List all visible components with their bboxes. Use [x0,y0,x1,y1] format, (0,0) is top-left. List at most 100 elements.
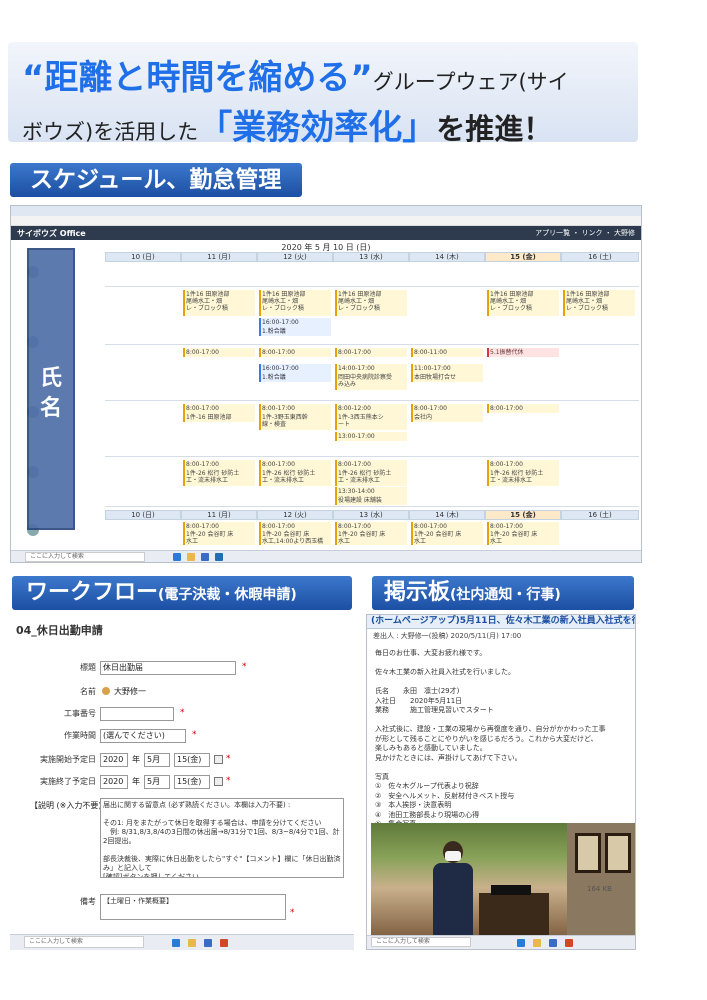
day-header: 15 (金) [485,510,561,520]
day-header: 11 (月) [181,252,257,262]
schedule-event-time[interactable]: 8:00-17:00 [335,460,407,469]
taskbar-search-input[interactable]: ここに入力して検索 [371,937,471,947]
headline-banner: “距離と時間を縮める”グループウェア(サイ ボウズ)を活用した「業務効率化」を推… [8,42,638,148]
app-logo[interactable]: サイボウズ Office [17,228,86,239]
schedule-event[interactable]: 役場建設 床舗装 [335,496,407,505]
day-header: 11 (月) [181,510,257,520]
schedule-event[interactable]: 1件-3野玉東西幹 線・検査 [259,413,331,430]
schedule-event[interactable]: 1件16 田原池部 尾崎水工・畑 レ・ブロック積 [183,290,255,316]
schedule-event-time[interactable]: 8:00-17:00 [411,522,483,530]
taskbar-search-input[interactable]: ここに入力して検索 [24,936,144,948]
schedule-event-time[interactable]: 8:00-17:00 [183,404,255,413]
schedule-event[interactable]: 1件16 田原池部 尾崎水工・畑 レ・ブロック積 [259,290,331,316]
name-row: 名前 大野修一 [10,684,354,700]
schedule-event-time[interactable]: 8:00-17:00 [259,348,331,357]
schedule-event[interactable]: 1件16 田原池部 尾崎水工・畑 レ・ブロック積 [487,290,559,316]
start-day-select[interactable]: 15(金) [174,753,210,767]
office-icon[interactable] [220,939,228,947]
body-line: 楽しみもあると感動していました。 [375,744,487,752]
schedule-event[interactable]: 1件-20 会谷町 床 水工 [335,530,407,545]
taskbar-search-input[interactable]: ここに入力して検索 [25,552,145,562]
schedule-event-time[interactable]: 13:30-14:00 [335,487,407,496]
work-select[interactable]: (選んでください) [100,729,186,743]
mail-icon[interactable] [201,553,209,561]
schedule-event[interactable]: 1件-26 松行 砂防土 工・流末排水工 [487,469,559,486]
note-field[interactable]: 【土曜日・作業概要】 [100,894,286,920]
schedule-event[interactable]: 1件-20 会谷町 床 水工,14:00より西玉橋 [259,530,331,545]
edge-icon[interactable] [517,939,525,947]
schedule-event-time[interactable]: 11:00-17:00 [411,364,483,373]
app-icon[interactable] [215,553,223,561]
schedule-event-time[interactable]: 16:00-17:00 [259,364,331,373]
body-line: ③ 本人挨拶・決意表明 [375,801,452,809]
required-mark: * [242,662,247,672]
schedule-event-time[interactable]: 8:00-17:00 [259,460,331,469]
schedule-event[interactable]: 1.粉合議 [259,327,331,336]
post-title[interactable]: (ホームページアップ)5月11日、佐々木工業の新入社員入社式を行いまし [367,615,635,629]
schedule-event-time[interactable]: 8:00-11:00 [411,348,483,357]
schedule-event-time[interactable]: 8:00-17:00 [259,522,331,530]
day-header: 14 (木) [409,252,485,262]
schedule-event[interactable]: 1件-26 松行 砂防土 工・流末排水工 [335,469,407,486]
mail-icon[interactable] [204,939,212,947]
end-date-label: 実施終了予定日 [40,777,96,786]
schedule-event-time[interactable]: 8:00-12:00 [335,404,407,413]
schedule-event[interactable]: 1件-26 松行 砂防土 工・流末排水工 [183,469,255,486]
headline-text: グループウェア(サイ [372,70,569,94]
folder-icon[interactable] [533,939,541,947]
calendar-icon[interactable] [214,755,223,764]
folder-icon[interactable] [188,939,196,947]
project-field[interactable] [100,707,174,721]
office-icon[interactable] [565,939,573,947]
row-divider [105,506,639,507]
schedule-event[interactable]: 岡田中央病院診察受 み込み [335,373,407,390]
end-year-field[interactable]: 2020 [100,775,128,789]
schedule-event-time[interactable]: 16:00-17:00 [259,318,331,327]
schedule-event-time[interactable]: 8:00-17:00 [487,460,559,469]
schedule-event[interactable]: 本田牧場打合せ [411,373,483,382]
headline-emphasis: 「業務効率化」 [198,108,437,148]
schedule-event-time[interactable]: 14:00-17:00 [335,364,407,373]
schedule-event-time[interactable]: 8:00-17:00 [259,404,331,413]
schedule-event-time[interactable]: 8:00-17:00 [335,522,407,530]
end-date-row: 実施終了予定日 2020 年 5月 15(金) * [10,774,354,790]
calendar-icon[interactable] [214,777,223,786]
schedule-event[interactable]: 1件-20 会谷町 床 水工 [487,530,559,545]
schedule-event-time[interactable]: 8:00-17:00 [183,348,255,357]
schedule-event[interactable]: 1件-3西玉熊本シ ート [335,413,407,430]
app-menu[interactable]: アプリ一覧 ・ リンク ・ 大野修 [535,228,635,238]
schedule-event[interactable]: 1件-20 会谷町 床 水工 [183,530,255,545]
schedule-event[interactable]: 1件16 田原池部 尾崎水工・畑 レ・ブロック積 [563,290,635,316]
schedule-event[interactable]: 5.1振替代休 [487,348,559,357]
browser-address-bar[interactable] [11,216,641,226]
windows-taskbar: ここに入力して検索 [10,934,354,950]
ceremony-photo[interactable] [371,823,575,941]
schedule-event[interactable]: 会社内 [411,413,483,422]
start-month-select[interactable]: 5月 [144,753,170,767]
schedule-event[interactable]: 1件16 田原池部 尾崎水工・畑 レ・ブロック積 [335,290,407,316]
windows-taskbar: ここに入力して検索 [367,935,635,949]
schedule-event-time[interactable]: 13:00-17:00 [335,432,407,441]
schedule-event-time[interactable]: 8:00-17:00 [183,460,255,469]
schedule-event[interactable]: 1件-16 田原池部 [183,413,255,422]
mail-icon[interactable] [549,939,557,947]
schedule-event-time[interactable]: 8:00-17:00 [183,522,255,530]
schedule-event[interactable]: 1.粉合議 [259,373,331,382]
edge-icon[interactable] [173,553,181,561]
subject-field[interactable]: 休日出勤届 [100,661,236,675]
schedule-event[interactable]: 1件-26 松行 砂防土 工・流末排水工 [259,469,331,486]
folder-icon[interactable] [187,553,195,561]
end-month-select[interactable]: 5月 [144,775,170,789]
schedule-event-time[interactable]: 8:00-17:00 [411,404,483,413]
schedule-event-time[interactable]: 8:00-17:00 [487,404,559,413]
workflow-title-text: ワークフロー [26,580,159,605]
schedule-event[interactable]: 1件-20 会谷町 床 水工 [411,530,483,545]
schedule-event-time[interactable]: 8:00-17:00 [335,348,407,357]
end-day-select[interactable]: 15(金) [174,775,210,789]
schedule-event-time[interactable]: 8:00-17:00 [487,522,559,530]
bulletin-screenshot: (ホームページアップ)5月11日、佐々木工業の新入社員入社式を行いまし 差出人 … [366,614,636,950]
start-year-field[interactable]: 2020 [100,753,128,767]
edge-icon[interactable] [172,939,180,947]
headline-text-2: ボウズ)を活用した [22,120,199,144]
day-header: 10 (日) [105,252,181,262]
